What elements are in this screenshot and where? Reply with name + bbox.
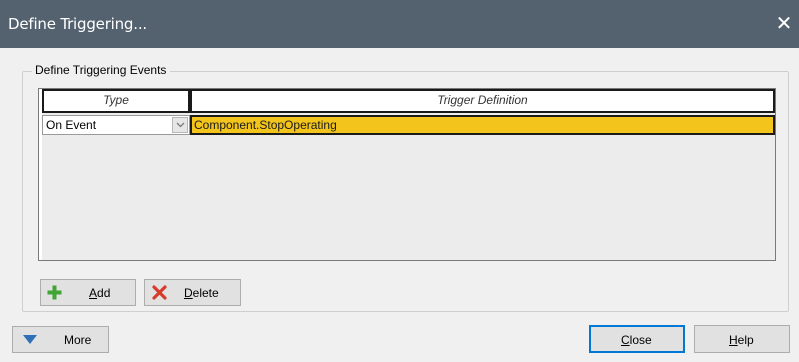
delete-button-label: Delete [184, 286, 219, 300]
title-bar: Define Triggering... ✕ [0, 0, 799, 48]
more-button[interactable]: More [12, 326, 109, 353]
type-cell-value: On Event [46, 118, 97, 132]
help-button-label: Help [729, 333, 754, 347]
plus-icon [47, 285, 62, 300]
grid-header-row: Type Trigger Definition [39, 89, 775, 113]
close-button[interactable]: Close [589, 325, 685, 353]
close-button-label: Close [621, 333, 652, 347]
chevron-down-icon [176, 122, 185, 128]
more-button-label: More [64, 333, 92, 347]
add-button-label: Add [89, 286, 111, 300]
delete-button[interactable]: Delete [144, 279, 241, 306]
trigger-definition-value: Component.StopOperating [194, 118, 337, 132]
add-button[interactable]: Add [40, 279, 136, 306]
trigger-definition-cell[interactable]: Component.StopOperating [190, 115, 775, 135]
define-triggering-dialog: Define Triggering... ✕ Define Triggering… [0, 0, 799, 362]
group-legend: Define Triggering Events [32, 63, 171, 77]
column-header-type[interactable]: Type [42, 89, 190, 113]
type-dropdown-button[interactable] [172, 117, 188, 133]
red-x-icon [152, 285, 167, 300]
column-header-trigger-definition[interactable]: Trigger Definition [190, 89, 775, 113]
table-row[interactable]: On Event Component.StopOperating [42, 115, 775, 135]
type-cell[interactable]: On Event [42, 115, 190, 135]
trigger-grid[interactable]: Type Trigger Definition On Event Compone… [38, 88, 776, 261]
help-button[interactable]: Help [694, 325, 790, 353]
triangle-down-icon [23, 335, 37, 344]
close-window-icon[interactable]: ✕ [773, 11, 795, 35]
window-title: Define Triggering... [8, 15, 147, 33]
